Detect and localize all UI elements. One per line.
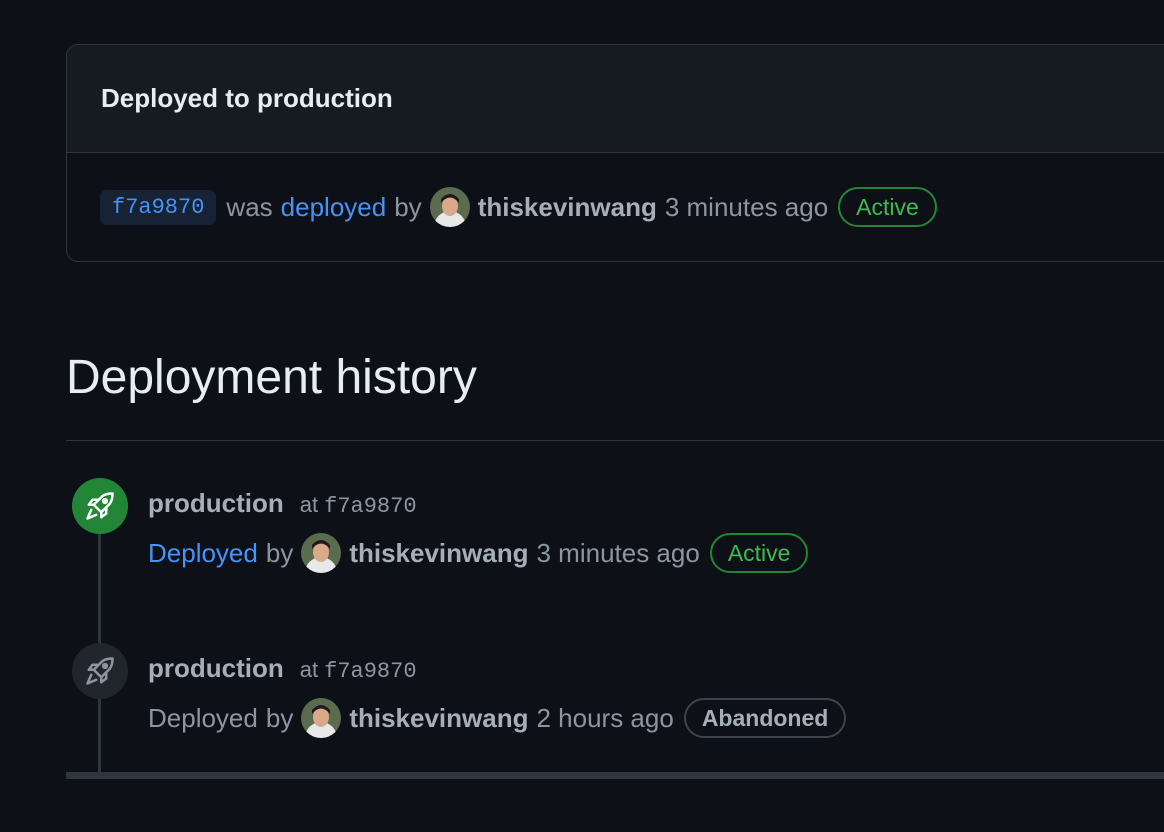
status-badge: Active — [709, 533, 809, 573]
username-link[interactable]: thiskevinwang — [349, 703, 528, 734]
commit-sha: at f7a9870 — [299, 657, 417, 684]
timestamp: 2 hours ago — [536, 702, 674, 733]
avatar[interactable] — [429, 187, 470, 227]
deployed-text: Deployed — [148, 702, 258, 733]
environment-link[interactable]: production — [148, 653, 284, 684]
latest-deployment-card: Deployed to production f7a9870 was deplo… — [66, 44, 1164, 262]
by-text: by — [265, 537, 294, 568]
deployments-page: Deployed to production f7a9870 was deplo… — [0, 0, 1164, 832]
username-link[interactable]: thiskevinwang — [478, 192, 657, 223]
latest-deployment-summary: f7a9870 was deployed by thiskevinwang 3 … — [67, 153, 1164, 261]
deployed-link[interactable]: Deployed — [148, 538, 258, 569]
avatar[interactable] — [301, 533, 342, 573]
timestamp: 3 minutes ago — [664, 191, 829, 222]
username-link[interactable]: thiskevinwang — [349, 538, 528, 569]
divider — [66, 772, 1164, 779]
divider — [66, 440, 1164, 441]
by-text: by — [265, 702, 294, 733]
rocket-icon — [72, 643, 128, 699]
environment-link[interactable]: production — [148, 488, 284, 519]
commit-sha: at f7a9870 — [299, 492, 417, 519]
by-text: by — [394, 191, 422, 222]
rocket-icon — [72, 478, 128, 534]
was-text: was — [226, 191, 273, 222]
status-badge: Active — [838, 187, 937, 227]
timestamp: 3 minutes ago — [536, 537, 700, 568]
page-title: Deployment history — [66, 351, 477, 404]
deployed-link[interactable]: deployed — [281, 192, 387, 223]
card-title: Deployed to production — [67, 45, 1164, 153]
avatar[interactable] — [301, 698, 342, 738]
commit-sha-link[interactable]: f7a9870 — [100, 189, 217, 225]
status-badge: Abandoned — [683, 698, 847, 738]
